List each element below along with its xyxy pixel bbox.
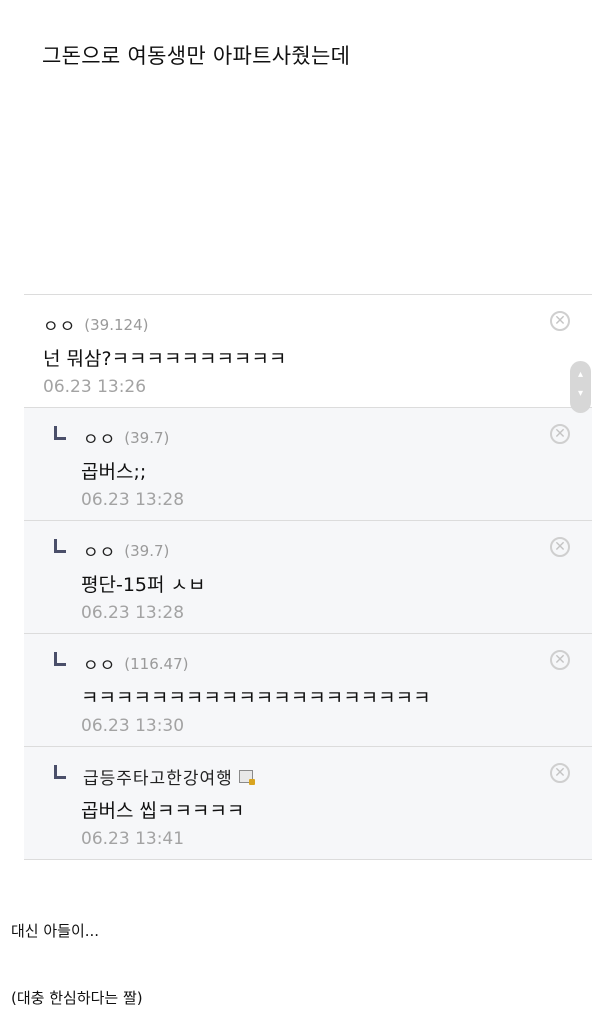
caption-text: 대신 아들이... — [11, 922, 100, 940]
reply-item: ㅇㅇ (116.47) ㅋㅋㅋㅋㅋㅋㅋㅋㅋㅋㅋㅋㅋㅋㅋㅋㅋㅋㅋㅋ 06.23 1… — [24, 634, 592, 747]
delete-comment-button[interactable]: ✕ — [550, 537, 570, 557]
reply-arrow-icon — [54, 425, 66, 440]
chevron-down-icon[interactable]: ▾ — [570, 388, 591, 399]
comment-nickname[interactable]: ㅇㅇ — [83, 651, 116, 676]
delete-comment-button[interactable]: ✕ — [550, 424, 570, 444]
comment-ip: (39.7) — [124, 428, 170, 447]
delete-comment-button[interactable]: ✕ — [550, 311, 570, 331]
reply-item: 급등주타고한강여행 곱버스 씹ㅋㅋㅋㅋㅋ 06.23 13:41 ✕ — [24, 747, 592, 860]
comment-time: 06.23 13:30 — [81, 716, 185, 736]
comment-nickname[interactable]: ㅇㅇ — [83, 538, 116, 563]
comment-header: ㅇㅇ (39.7) — [54, 538, 169, 563]
comment-time: 06.23 13:26 — [43, 377, 147, 397]
comment-body: ㅋㅋㅋㅋㅋㅋㅋㅋㅋㅋㅋㅋㅋㅋㅋㅋㅋㅋㅋㅋ — [81, 687, 431, 709]
post-headline: 그돈으로 여동생만 아파트사줬는데 — [42, 44, 351, 68]
comment-header: ㅇㅇ (39.124) — [43, 312, 149, 338]
comment-body: 평단-15퍼 ㅅㅂ — [81, 574, 206, 596]
comment-ip: (116.47) — [124, 654, 189, 673]
comment-time: 06.23 13:41 — [81, 829, 185, 849]
comment-ip: (39.124) — [84, 315, 149, 334]
comment-nickname[interactable]: 급등주타고한강여행 — [83, 764, 233, 789]
reply-item: ㅇㅇ (39.7) 곱버스;; 06.23 13:28 ✕ — [24, 408, 592, 521]
comment-header: 급등주타고한강여행 — [54, 764, 255, 789]
comment-body: 곱버스;; — [81, 461, 147, 483]
comment-body: 곱버스 씹ㅋㅋㅋㅋㅋ — [81, 800, 245, 822]
comment-item: ㅇㅇ (39.124) 넌 뭐삼?ㅋㅋㅋㅋㅋㅋㅋㅋㅋㅋ 06.23 13:26 … — [24, 295, 592, 408]
comment-time: 06.23 13:28 — [81, 603, 185, 623]
caption-text: (대충 한심하다는 짤) — [11, 989, 143, 1007]
comment-list: ㅇㅇ (39.124) 넌 뭐삼?ㅋㅋㅋㅋㅋㅋㅋㅋㅋㅋ 06.23 13:26 … — [24, 294, 592, 860]
delete-comment-button[interactable]: ✕ — [550, 763, 570, 783]
comment-body: 넌 뭐삼?ㅋㅋㅋㅋㅋㅋㅋㅋㅋㅋ — [43, 348, 287, 370]
comment-nickname[interactable]: ㅇㅇ — [83, 425, 116, 450]
scroll-buttons[interactable]: ▴ ▾ — [570, 361, 591, 413]
reply-item: ㅇㅇ (39.7) 평단-15퍼 ㅅㅂ 06.23 13:28 ✕ — [24, 521, 592, 634]
reply-arrow-icon — [54, 538, 66, 553]
delete-comment-button[interactable]: ✕ — [550, 650, 570, 670]
reply-arrow-icon — [54, 764, 66, 779]
comment-ip: (39.7) — [124, 541, 170, 560]
comment-nickname[interactable]: ㅇㅇ — [43, 312, 76, 337]
comment-header: ㅇㅇ (116.47) — [54, 651, 188, 676]
reply-arrow-icon — [54, 651, 66, 666]
chevron-up-icon[interactable]: ▴ — [570, 369, 591, 380]
comment-time: 06.23 13:28 — [81, 490, 185, 510]
comment-header: ㅇㅇ (39.7) — [54, 425, 169, 450]
fixed-nick-icon — [238, 770, 255, 785]
